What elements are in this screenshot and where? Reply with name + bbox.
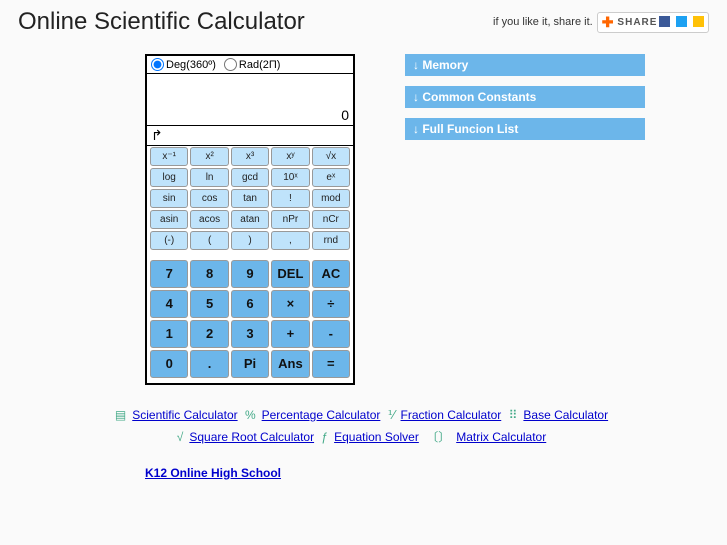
link-scientific[interactable]: Scientific Calculator: [132, 408, 237, 422]
key-0[interactable]: 0: [150, 350, 188, 378]
key-3[interactable]: 3: [231, 320, 269, 348]
fraction-icon: ⅟: [388, 408, 395, 422]
share-button[interactable]: ✚ SHARE: [597, 12, 709, 33]
link-base[interactable]: Base Calculator: [523, 408, 608, 422]
link-percentage[interactable]: Percentage Calculator: [262, 408, 381, 422]
panel-memory[interactable]: ↓ Memory: [405, 54, 645, 76]
key-plus[interactable]: +: [271, 320, 309, 348]
fkey-x-squared[interactable]: x²: [190, 147, 228, 166]
rad-option[interactable]: Rad(2Π): [224, 58, 281, 71]
fkey-ncr[interactable]: nCr: [312, 210, 350, 229]
key-equals[interactable]: =: [312, 350, 350, 378]
key-pi[interactable]: Pi: [231, 350, 269, 378]
fkey-comma[interactable]: ,: [271, 231, 309, 250]
rad-label: Rad(2Π): [239, 59, 281, 71]
key-1[interactable]: 1: [150, 320, 188, 348]
fkey-x-cubed[interactable]: x³: [231, 147, 269, 166]
main-display: 0: [147, 74, 353, 126]
key-9[interactable]: 9: [231, 260, 269, 288]
key-minus[interactable]: -: [312, 320, 350, 348]
sqrt-icon: √: [177, 430, 184, 444]
fkey-rparen[interactable]: ): [231, 231, 269, 250]
fkey-cos[interactable]: cos: [190, 189, 228, 208]
plus-icon: ✚: [602, 14, 615, 31]
fkey-neg[interactable]: (-): [150, 231, 188, 250]
fkey-x-inverse[interactable]: x⁻¹: [150, 147, 188, 166]
key-multiply[interactable]: ×: [271, 290, 309, 318]
share-section: if you like it, share it. ✚ SHARE: [493, 12, 709, 33]
fkey-tan[interactable]: tan: [231, 189, 269, 208]
link-fraction[interactable]: Fraction Calculator: [401, 408, 502, 422]
deg-radio[interactable]: [151, 58, 164, 71]
fkey-x-power-y[interactable]: xʸ: [271, 147, 309, 166]
equation-icon: ƒ: [321, 430, 328, 444]
calc-icon: ▤: [115, 408, 126, 422]
deg-option[interactable]: Deg(360º): [151, 58, 216, 71]
key-6[interactable]: 6: [231, 290, 269, 318]
key-divide[interactable]: ÷: [312, 290, 350, 318]
key-ac[interactable]: AC: [312, 260, 350, 288]
share-icons: [657, 16, 704, 27]
fkey-npr[interactable]: nPr: [271, 210, 309, 229]
key-dot[interactable]: .: [190, 350, 228, 378]
key-5[interactable]: 5: [190, 290, 228, 318]
fkey-log[interactable]: log: [150, 168, 188, 187]
mail-icon[interactable]: [693, 16, 704, 27]
key-7[interactable]: 7: [150, 260, 188, 288]
fkey-asin[interactable]: asin: [150, 210, 188, 229]
panel-constants[interactable]: ↓ Common Constants: [405, 86, 645, 108]
link-matrix[interactable]: Matrix Calculator: [456, 430, 546, 444]
matrix-icon: 〔〕: [426, 428, 450, 445]
fkey-acos[interactable]: acos: [190, 210, 228, 229]
twitter-icon[interactable]: [676, 16, 687, 27]
fkey-lparen[interactable]: (: [190, 231, 228, 250]
link-equation[interactable]: Equation Solver: [334, 430, 419, 444]
panel-functions[interactable]: ↓ Full Funcion List: [405, 118, 645, 140]
fkey-rnd[interactable]: rnd: [312, 231, 350, 250]
link-sqrt[interactable]: Square Root Calculator: [189, 430, 314, 444]
key-4[interactable]: 4: [150, 290, 188, 318]
side-panels: ↓ Memory ↓ Common Constants ↓ Full Funci…: [405, 54, 645, 385]
fkey-ex[interactable]: eˣ: [312, 168, 350, 187]
fkey-gcd[interactable]: gcd: [231, 168, 269, 187]
key-2[interactable]: 2: [190, 320, 228, 348]
fkey-mod[interactable]: mod: [312, 189, 350, 208]
angle-mode-row: Deg(360º) Rad(2Π): [147, 56, 353, 74]
base-icon: ⠿: [509, 408, 518, 422]
facebook-icon[interactable]: [659, 16, 670, 27]
key-del[interactable]: DEL: [271, 260, 309, 288]
ad-link[interactable]: K12 Online High School: [145, 466, 281, 480]
share-text: if you like it, share it.: [493, 16, 593, 28]
fkey-sin[interactable]: sin: [150, 189, 188, 208]
key-8[interactable]: 8: [190, 260, 228, 288]
key-ans[interactable]: Ans: [271, 350, 309, 378]
share-label: SHARE: [617, 17, 657, 28]
sub-display: ↱: [147, 126, 353, 146]
footer-links: ▤ Scientific Calculator % Percentage Calcu…: [0, 405, 727, 448]
percent-icon: %: [245, 408, 256, 422]
fkey-sqrt[interactable]: √x: [312, 147, 350, 166]
fkey-10x[interactable]: 10ˣ: [271, 168, 309, 187]
rad-radio[interactable]: [224, 58, 237, 71]
calculator: Deg(360º) Rad(2Π) 0 ↱ x⁻¹ x² x³ xʸ √x lo…: [145, 54, 355, 385]
page-title: Online Scientific Calculator: [18, 8, 305, 36]
fkey-ln[interactable]: ln: [190, 168, 228, 187]
fkey-factorial[interactable]: !: [271, 189, 309, 208]
deg-label: Deg(360º): [166, 59, 216, 71]
fkey-atan[interactable]: atan: [231, 210, 269, 229]
